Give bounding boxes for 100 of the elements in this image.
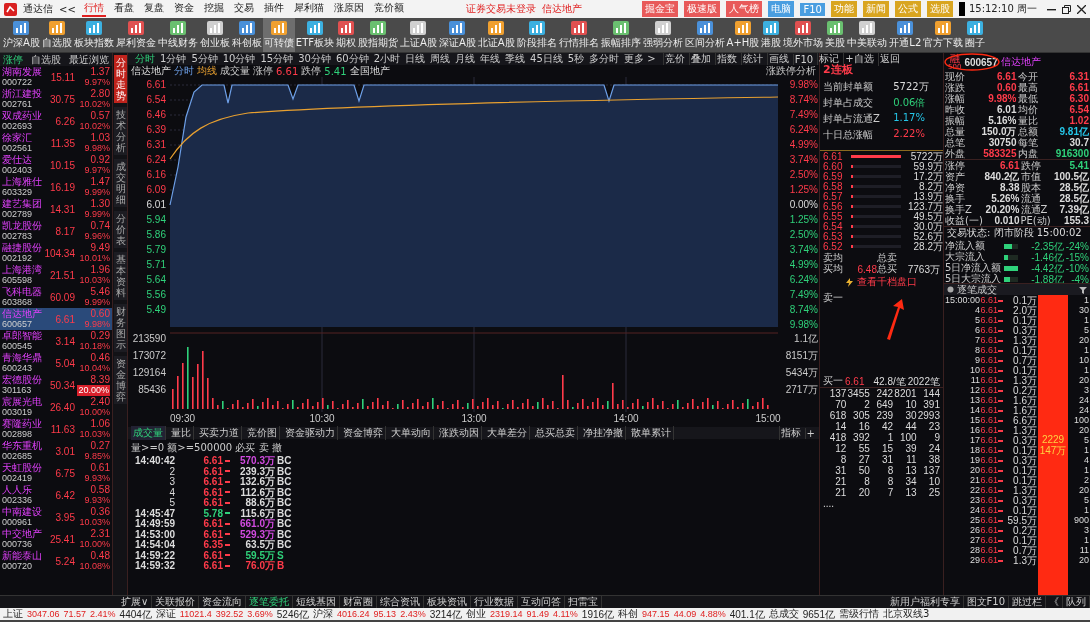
period-tab[interactable]: 月线 [454,52,477,66]
toolbar-button[interactable]: 振幅排序 [599,18,642,52]
stock-row[interactable]: 中南建设 3.95 0.36 000961 10.03% [0,506,112,528]
period-tab[interactable]: 15分钟 [259,52,295,66]
toolbar-button[interactable]: 深证A股 [437,18,477,52]
chart-tool-button[interactable]: F10 [792,53,815,65]
indicator-tab[interactable]: 资金驱动力 [283,426,338,440]
stock-row[interactable]: 上海雅仕 16.19 1.47 603329 9.99% [0,176,112,198]
toolbar-button[interactable]: 美股 [824,18,847,52]
period-tab[interactable]: 1分钟 [159,52,188,66]
stock-row[interactable]: 赛隆药业 11.63 1.06 002898 10.03% [0,418,112,440]
toolbar-button[interactable]: 可转债 [262,18,295,52]
toolbar-button[interactable]: 自选股 [40,18,73,52]
toolbar-button[interactable]: 板块指数 [72,18,115,52]
indicator-tab[interactable]: 成交量 [131,426,166,440]
restore-icon[interactable] [1062,4,1071,14]
toolbar-button[interactable]: 圈子 [964,18,987,52]
side-tab[interactable]: 分时走势 [114,55,127,103]
toolbar-button[interactable]: 沪深A股 [2,18,41,52]
indicator-tab[interactable]: 买卖力道 [197,426,242,440]
toolbar-button[interactable]: 上证A股 [399,18,438,52]
toolbar-button[interactable]: 强弱分析 [641,18,684,52]
period-tab[interactable]: 更多 > [623,52,657,66]
period-tab[interactable]: 多分时 [588,52,621,66]
period-tab[interactable]: 5秒 [566,52,586,66]
period-tab[interactable]: 10分钟 [221,52,257,66]
menu-item[interactable]: 竞价额 [371,1,406,17]
stock-row[interactable]: 新能泰山 5.24 0.48 000720 10.08% [0,550,112,572]
period-tab[interactable]: 5分钟 [190,52,219,66]
stock-row[interactable]: 上海港湾 21.51 1.96 605598 10.03% [0,264,112,286]
stock-row[interactable]: 建艺集团 14.31 1.30 002789 9.99% [0,198,112,220]
side-tab[interactable]: 基本资料 [114,252,127,300]
stock-row[interactable]: 天虹股份 6.75 0.61 002419 9.93% [0,462,112,484]
menu-item[interactable]: 插件 [261,1,286,17]
period-tab[interactable]: 季线 [504,52,527,66]
side-tab[interactable]: 技术分析 [114,107,127,155]
limit-analysis-link[interactable]: 涨跌停分析 [766,64,816,78]
toolbar-button[interactable]: 阶段排名 [515,18,558,52]
menu-item[interactable]: 犀利猫 [291,1,326,17]
period-tab[interactable]: 周线 [429,52,452,66]
list-tab[interactable]: 最近浏览 [69,53,109,66]
toolbar-button[interactable]: 区间分析 [683,18,726,52]
stock-row[interactable]: 卓郎智能 3.14 0.29 600545 10.18% [0,330,112,352]
toolbar-button[interactable]: 科创板 [230,18,263,52]
menu-item[interactable]: 复盘 [141,1,166,17]
stock-row[interactable]: 浙江建投 30.75 2.80 002761 10.02% [0,88,112,110]
stock-row[interactable]: 爱仕达 10.15 0.92 002403 9.97% [0,154,112,176]
period-tab[interactable]: 30分钟 [297,52,332,66]
stock-row[interactable]: 双成药业 6.26 0.57 002693 10.02% [0,110,112,132]
period-tab[interactable]: 2小时 [372,52,402,66]
filter-icon[interactable] [1079,285,1087,294]
indicator-tab[interactable]: 净挂净撤 [581,426,626,440]
indicator-tab[interactable]: 涨跌动因 [437,426,482,440]
stock-row[interactable]: 凯龙股份 8.17 0.74 002783 9.96% [0,220,112,242]
indicator-tab[interactable]: 散单累计 [629,426,674,440]
stock-row[interactable]: 信达地产 6.61 0.60 600657 9.98% [0,308,112,330]
toolbar-button[interactable]: 行情排名 [557,18,600,52]
stock-row[interactable]: 青海华鼎 5.04 0.46 600243 10.04% [0,352,112,374]
toolbar-button[interactable]: 境外市场 [782,18,825,52]
toolbar-button[interactable]: ETF板块 [294,18,336,52]
toolbar-button[interactable]: 期权 [335,18,358,52]
toolbar-button[interactable]: 中线财务 [156,18,199,52]
stock-row[interactable]: 中交地产 25.41 2.31 000736 10.00% [0,528,112,550]
stock-row[interactable]: 湖南发展 15.11 1.37 000722 9.97% [0,66,112,88]
stock-row[interactable]: 融捷股份 104.34 9.49 002192 10.01% [0,242,112,264]
period-tab[interactable]: 60分钟 [334,52,370,66]
side-tab[interactable]: 财务图示 [114,304,127,352]
period-tab[interactable]: 年线 [479,52,502,66]
toolbar-button[interactable]: 官方下载 [922,18,965,52]
chart-tool-button[interactable]: 返回 [877,52,901,66]
add-button[interactable]: + [804,427,816,439]
menu-item[interactable]: 资金 [171,1,196,17]
stock-row[interactable]: 华东重机 3.01 0.27 002685 9.85% [0,440,112,462]
toolbar-button[interactable]: 中美联动 [846,18,889,52]
indicator-tab[interactable]: 资金博弈 [341,426,386,440]
toolbar-button[interactable]: 港股 [760,18,783,52]
depth-link[interactable]: 查看千档盘口 [857,275,917,289]
stock-row[interactable]: 宏德股份 50.34 8.39 301163 20.00% [0,374,112,396]
period-tab[interactable]: 日线 [404,52,427,66]
stock-row[interactable]: 飞科电器 60.09 5.46 603868 9.99% [0,286,112,308]
toolbar-button[interactable]: 股指期货 [357,18,400,52]
side-tab[interactable]: 资金博弈 [114,356,127,404]
indicator-tab[interactable]: 竞价图 [245,426,280,440]
toolbar-button[interactable]: 犀利资金 [114,18,157,52]
side-tab[interactable]: 分价表 [114,211,127,248]
stock-row[interactable]: 宸展光电 26.40 2.40 003019 10.00% [0,396,112,418]
menu-item[interactable]: 看盘 [111,1,136,17]
stock-row[interactable]: 人人乐 6.42 0.58 002336 9.93% [0,484,112,506]
list-tab[interactable]: 涨停 [3,53,23,66]
toolbar-button[interactable]: 创业板 [198,18,231,52]
menu-item[interactable]: 挖掘 [201,1,226,17]
indicator-tab[interactable]: 总买总卖 [533,426,578,440]
close-icon[interactable] [1077,4,1086,14]
toolbar-button[interactable]: 开通L2 [888,18,923,52]
list-tab[interactable]: 自选股 [31,53,61,66]
toolbar-button[interactable]: 北证A股 [476,18,516,52]
menu-item[interactable]: 涨原因 [331,1,366,17]
toolbar-button[interactable]: A+H股 [725,18,761,52]
indicator-tab[interactable]: 量比 [169,426,194,440]
indicator-tab[interactable]: 大单动向 [389,426,434,440]
